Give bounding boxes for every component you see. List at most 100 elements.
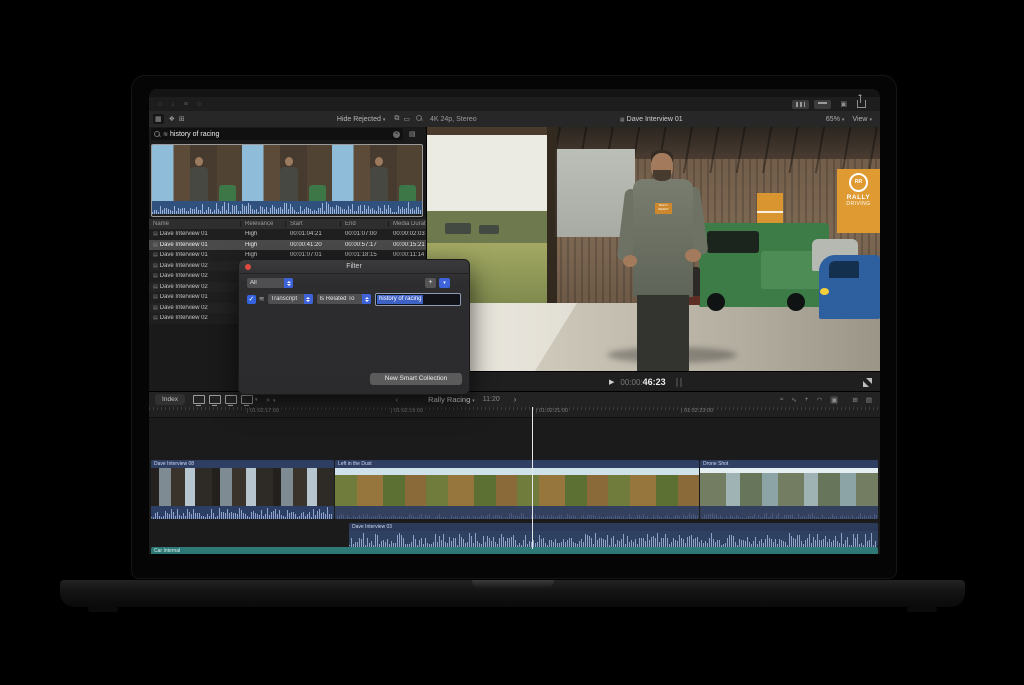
column-name: Name: [149, 221, 241, 227]
ruler-timecode: | 01:02:21:00: [536, 408, 568, 414]
headlight: [820, 288, 829, 295]
pane-header-bar: ▦ ❖ ⊞ Hide Rejected▾ ⧉ ▭ 4K 24p, Stereo …: [149, 111, 880, 128]
viewer-transport-bar: ▶ 00:00: 46:23: [427, 371, 880, 392]
timeline-clip-audio[interactable]: Car Internal: [151, 547, 878, 554]
timeline-pane: Index ▾ ➤▾ ‹ Rally Racing▾ 11:20 › ≈: [149, 391, 880, 554]
share-icon[interactable]: [857, 100, 866, 108]
rule-value-input[interactable]: history of racing: [375, 293, 461, 306]
timecode-current: 46:23: [643, 377, 666, 387]
search-icon[interactable]: [416, 115, 422, 123]
interview-subject: RALLY READY: [623, 137, 703, 371]
import-icon[interactable]: ↓: [171, 101, 175, 108]
connect-clip-icon[interactable]: [193, 395, 205, 404]
play-icon[interactable]: ▶: [609, 378, 614, 386]
viewer-video[interactable]: RR RALLY DRIVING RALLY READY: [427, 127, 880, 371]
stepper-icon: [304, 294, 313, 304]
project-name-menu[interactable]: Rally Racing▾: [428, 395, 475, 404]
browser-list-row[interactable]: ▤Dave Interview 01High00:01:04:2100:01:0…: [149, 229, 426, 240]
skimming-icon[interactable]: ≈: [780, 396, 784, 403]
column-end: End: [341, 221, 389, 227]
rule-checkbox[interactable]: ✓: [247, 295, 256, 304]
column-start: Start: [286, 221, 341, 227]
format-info: 4K 24p, Stereo: [430, 116, 477, 123]
transcript-icon: ≋: [259, 295, 265, 303]
index-button[interactable]: Index: [155, 394, 185, 405]
rr-logo: RR: [849, 173, 868, 192]
filter-window[interactable]: Filter All + ▾ ✓ ≋ Transcript Is Rel: [238, 259, 470, 395]
view-toggle-icon[interactable]: ▤: [409, 130, 416, 138]
timeline-layout-button[interactable]: [814, 100, 831, 109]
final-cut-pro-window: ○ ↓ ≡ ○ ▣ ▦ ❖ ⊞ Hide Rejecte: [149, 89, 880, 554]
lid-notch: [472, 580, 554, 589]
hide-rejected-filter[interactable]: Hide Rejected▾: [337, 116, 385, 123]
previous-project-chevron[interactable]: ‹: [395, 395, 398, 404]
audio-meter-right[interactable]: [680, 378, 682, 387]
browser-layout-button[interactable]: [792, 100, 809, 109]
search-icon: [154, 131, 160, 137]
next-project-chevron[interactable]: ›: [514, 395, 517, 404]
clip-appearance-icon[interactable]: ▣: [830, 396, 838, 404]
playhead[interactable]: [532, 407, 533, 549]
toolbar-icon-3[interactable]: ○: [197, 101, 201, 108]
browser-list-row[interactable]: ▤Dave Interview 01High00:00:41:2000:00:5…: [149, 240, 426, 251]
duplicate-range-icon[interactable]: ⧉: [394, 115, 399, 123]
audio-waveform: [335, 506, 699, 519]
window-titlebar: [149, 89, 880, 97]
transitions-browser-icon[interactable]: ▤: [866, 396, 872, 404]
rule-type-dropdown[interactable]: Transcript: [268, 294, 313, 304]
shirt-logo: RALLY READY: [655, 203, 672, 214]
new-smart-collection-button[interactable]: New Smart Collection: [370, 373, 462, 385]
append-clip-icon[interactable]: [225, 395, 237, 404]
inspector-icon[interactable]: ▣: [840, 100, 847, 108]
timecode-hours: 00:00:: [620, 378, 642, 387]
laptop-foot: [907, 606, 937, 612]
filmstrip-frame: [332, 145, 422, 201]
search-input[interactable]: ≋ history of racing ×: [151, 128, 403, 140]
timeline-clip-audio[interactable]: Dave Interview 03: [349, 523, 878, 547]
sidebar-toggle-icon[interactable]: ▦: [153, 114, 164, 124]
timeline-clip-video[interactable]: Left in the Dust: [335, 460, 699, 519]
stepper-icon: [284, 278, 293, 288]
overwrite-clip-icon[interactable]: [241, 395, 253, 404]
audio-skimming-icon[interactable]: ∿: [791, 396, 796, 404]
photos-audio-icon[interactable]: ❖: [169, 115, 175, 123]
ruler-timecode: | 01:02:19:00: [391, 408, 423, 414]
laptop-foot: [88, 606, 118, 612]
tool-select-icon[interactable]: ➤▾: [266, 396, 276, 404]
effects-browser-icon[interactable]: ⊞: [852, 396, 857, 404]
match-dropdown[interactable]: All: [247, 278, 293, 288]
viewer-view-menu[interactable]: View▾: [852, 116, 872, 123]
viewer-zoom-menu[interactable]: 65%▾: [826, 116, 845, 123]
viewer-pane: RR RALLY DRIVING RALLY READY: [427, 127, 880, 391]
filmstrip-selected-clip[interactable]: [151, 144, 423, 217]
close-icon[interactable]: [245, 264, 251, 270]
timeline-clip-video[interactable]: Drone Shot: [700, 460, 878, 519]
laptop-screen-bezel: ○ ↓ ≡ ○ ▣ ▦ ❖ ⊞ Hide Rejecte: [131, 75, 897, 579]
audio-meter-left[interactable]: [676, 378, 678, 387]
rally-ready-sign: RR RALLY DRIVING: [837, 169, 880, 233]
filter-window-titlebar[interactable]: Filter: [239, 260, 469, 274]
snapping-icon[interactable]: ◠: [817, 396, 823, 404]
add-rule-dropdown[interactable]: ▾: [439, 278, 450, 288]
chevron-down-icon: ▾: [255, 397, 258, 403]
blue-rally-car: [819, 255, 880, 319]
ruler-timecode: | 01:02:17:00: [247, 408, 279, 414]
viewer-clip-title: ▦Dave Interview 01: [620, 116, 683, 123]
insert-clip-icon[interactable]: [209, 395, 221, 404]
solo-icon[interactable]: +: [805, 396, 809, 403]
column-duration: Media Duration: [389, 221, 426, 227]
toolbar-icon-2[interactable]: ≡: [184, 101, 188, 108]
toolbar-icon-1[interactable]: ○: [158, 101, 162, 108]
fullscreen-icon[interactable]: [863, 378, 872, 387]
clip-filmstrip-icon[interactable]: ▭: [403, 115, 410, 123]
filmstrip-frame: [152, 145, 242, 201]
audio-waveform: [152, 201, 422, 214]
titles-generators-icon[interactable]: ⊞: [179, 115, 185, 123]
columns-icon: [796, 102, 805, 107]
add-rule-button[interactable]: +: [425, 278, 436, 288]
timeline-clip-video[interactable]: Dave Interview 08: [151, 460, 334, 519]
filmstrip-frame: [242, 145, 332, 201]
clear-search-icon[interactable]: ×: [393, 131, 400, 138]
rule-condition-dropdown[interactable]: Is Related To: [317, 294, 372, 304]
top-toolbar: ○ ↓ ≡ ○ ▣: [149, 97, 880, 111]
